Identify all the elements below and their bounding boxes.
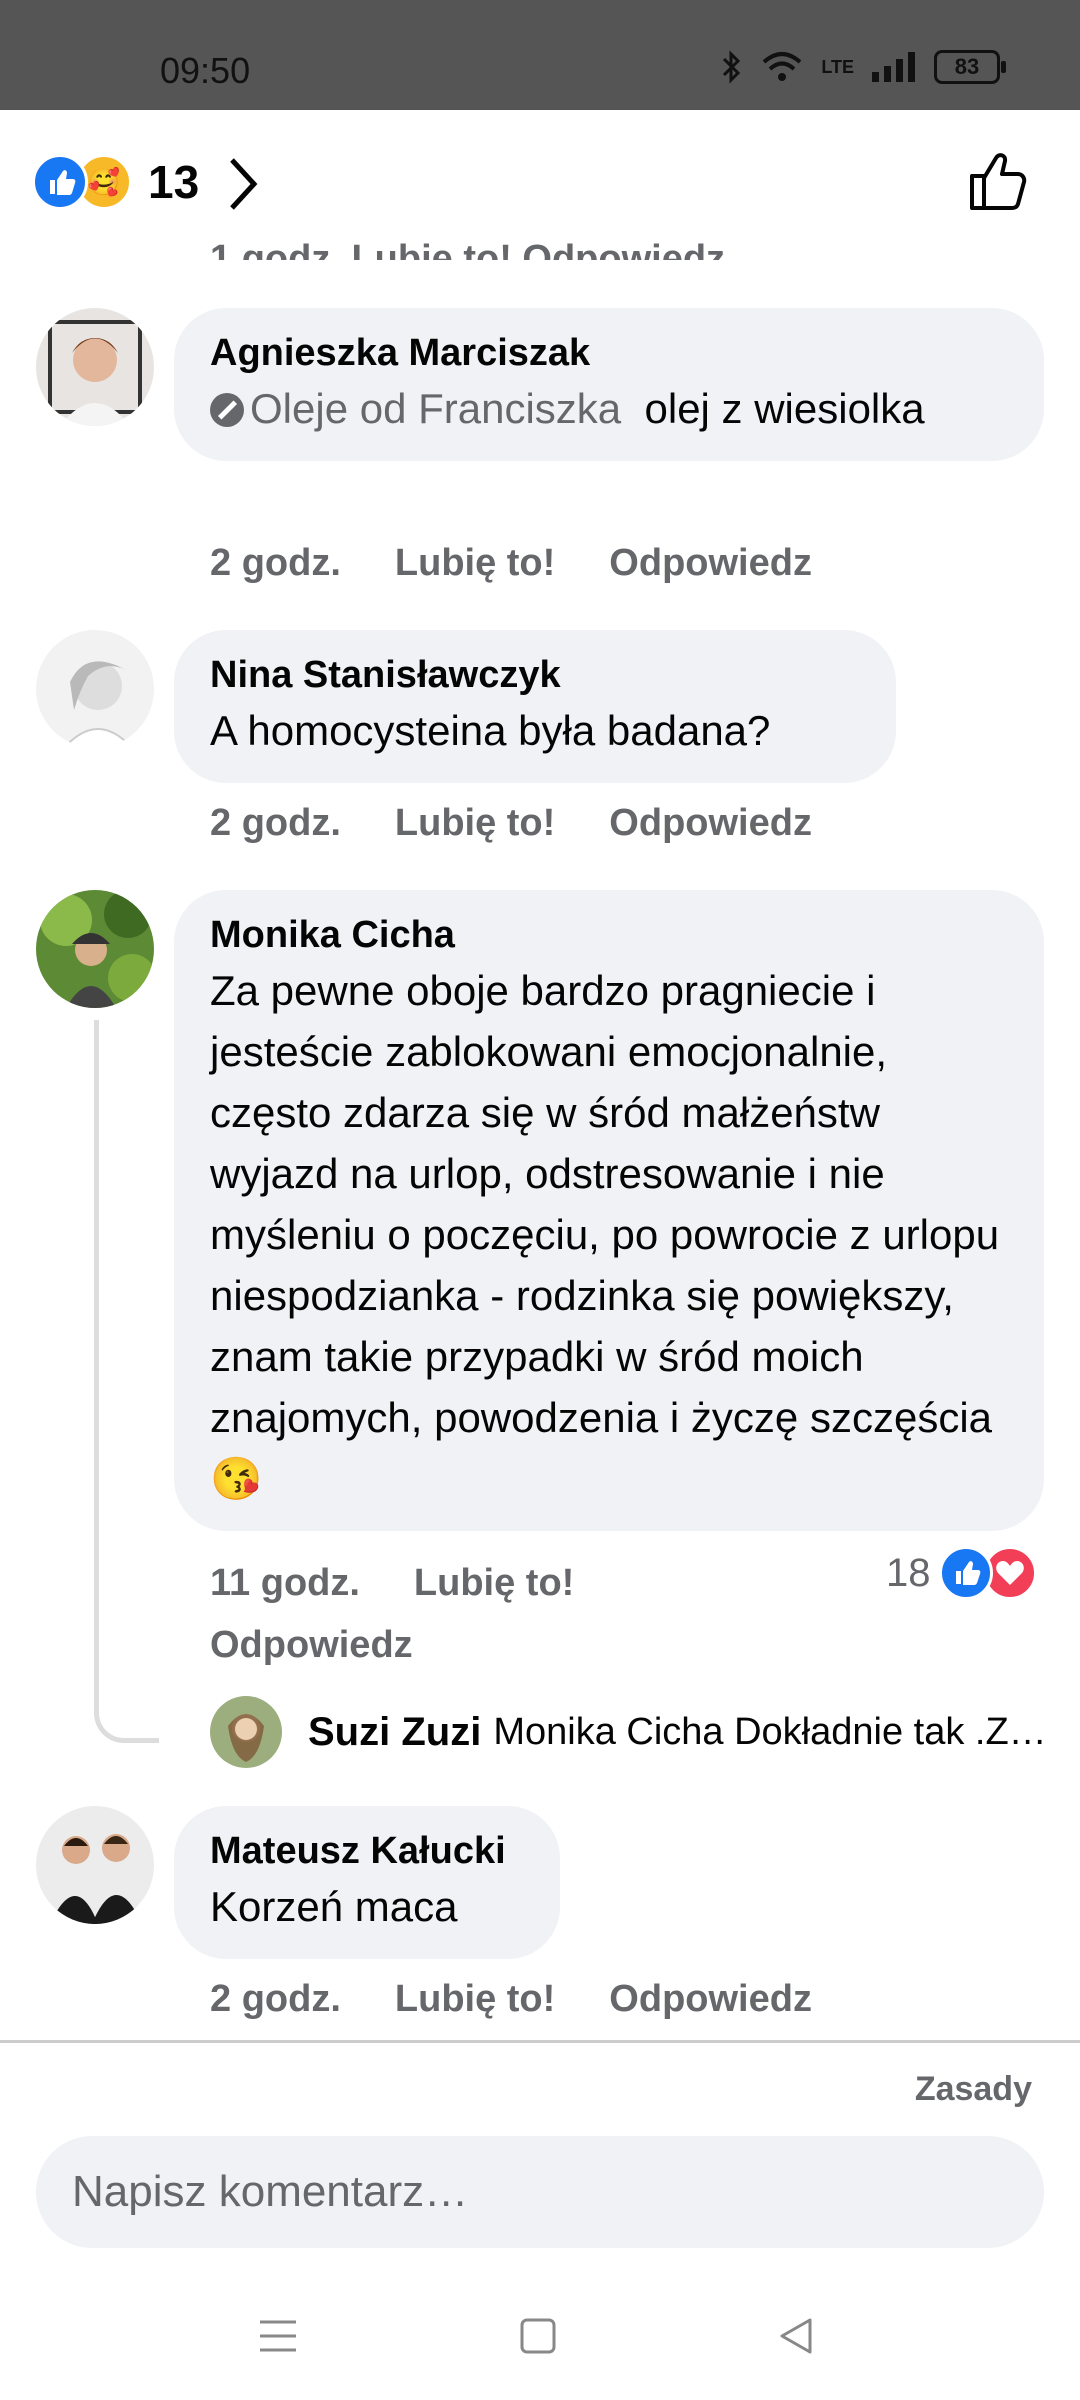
comment-body: Korzeń maca [210,1883,458,1930]
comment-body: A homocysteina była badana? [210,707,771,754]
reactions-header: 🥰 13 [0,110,1080,250]
comment-time[interactable]: 2 godz. [210,802,341,844]
comment-tag[interactable]: Oleje od Franciszka [250,385,621,432]
avatar[interactable] [210,1696,282,1768]
status-bar: 09:50 LTE 83 [0,0,1080,110]
comment-time[interactable]: 11 godz. [210,1562,360,1604]
signal-icon [872,52,915,82]
reaction-count: 18 [886,1550,931,1595]
comment-bubble[interactable]: Monika Cicha Za pewne oboje bardzo pragn… [174,890,1044,1531]
thumbs-up-icon[interactable] [966,148,1032,214]
comment-body: olej z wiesiolka [644,385,925,432]
bluetooth-icon [723,50,741,84]
chevron-right-icon[interactable] [226,156,260,212]
reply-text: Monika Cicha Dokładnie tak .Zawsze tak j… [493,1710,1050,1753]
battery-indicator: 83 [934,50,1006,84]
comment-text: Za pewne oboje bardzo pragniecie i jeste… [210,960,1008,1509]
previous-comment-meta: 1 godz. Lubię to! Odpowiedz [210,238,726,260]
wifi-icon [763,52,802,81]
comment-bubble[interactable]: Agnieszka Marciszak Oleje od Franciszka … [174,308,1044,461]
comment-actions: 11 godz. Lubię to! Odpowiedz [210,1552,850,1676]
comment-reactions[interactable]: 18 [886,1546,1037,1600]
reply-preview[interactable]: Suzi Zuzi Monika Cicha Dokładnie tak .Za… [210,1696,1050,1768]
like-reaction-icon [938,1546,993,1600]
comment-time[interactable]: 2 godz. [210,1978,341,2020]
avatar[interactable] [36,890,154,1008]
like-button[interactable]: Lubię to! [414,1562,574,1604]
reply-button[interactable]: Odpowiedz [609,802,812,844]
home-square-icon[interactable] [518,2316,558,2356]
comment-time[interactable]: 2 godz. [210,542,341,584]
avatar[interactable] [36,308,154,426]
comment-author[interactable]: Mateusz Kałucki [210,1826,524,1876]
comment-body: Za pewne oboje bardzo pragniecie i jeste… [210,967,1000,1441]
avatar[interactable] [36,1806,154,1924]
pen-tag-icon [210,393,244,427]
comment-author[interactable]: Nina Stanisławczyk [210,650,860,700]
back-triangle-icon[interactable] [776,2316,816,2356]
reply-button[interactable]: Odpowiedz [609,542,812,584]
like-button[interactable]: Lubię to! [395,1978,555,2020]
like-reaction-icon [32,154,88,210]
reaction-count: 13 [148,156,200,208]
comment-author[interactable]: Agnieszka Marciszak [210,328,1008,378]
network-type: LTE [821,56,854,77]
comment-text: Oleje od Franciszka olej z wiesiolka [210,378,1008,439]
comment-actions: 2 godz. Lubię to! Odpowiedz [210,542,866,585]
avatar[interactable] [36,630,154,748]
reply-button[interactable]: Odpowiedz [609,1978,812,2020]
reaction-summary[interactable]: 🥰 13 [32,154,199,210]
comment-input[interactable]: Napisz komentarz… [36,2136,1044,2248]
menu-icon[interactable] [258,2316,298,2356]
comment-bubble[interactable]: Nina Stanisławczyk A homocysteina była b… [174,630,896,783]
emoji: 😘 [210,1455,263,1502]
divider [0,2040,1080,2043]
comment-actions: 2 godz. Lubię to! Odpowiedz [210,802,866,845]
system-nav-bar [0,2290,1080,2400]
status-time: 09:50 [160,50,251,91]
status-icons: LTE 83 [721,50,1006,84]
comment-bubble[interactable]: Mateusz Kałucki Korzeń maca [174,1806,560,1959]
thread-line [94,1020,159,1743]
reply-author[interactable]: Suzi Zuzi [308,1710,481,1755]
rules-link[interactable]: Zasady [915,2070,1032,2109]
reply-button[interactable]: Odpowiedz [210,1624,413,1666]
comment-actions: 2 godz. Lubię to! Odpowiedz [210,1978,866,2021]
like-button[interactable]: Lubię to! [395,802,555,844]
comment-author[interactable]: Monika Cicha [210,910,1008,960]
like-button[interactable]: Lubię to! [395,542,555,584]
